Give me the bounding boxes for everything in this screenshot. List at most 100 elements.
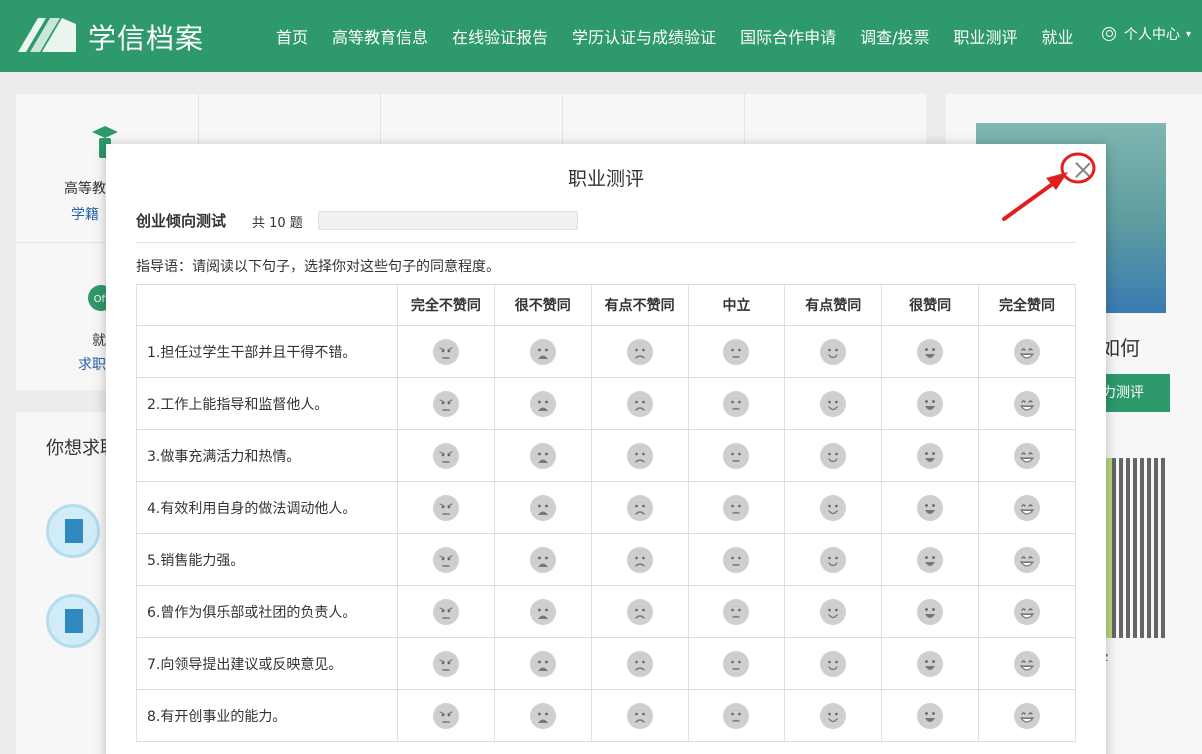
instruction-text: 指导语：请阅读以下句子，选择你对这些句子的同意程度。 [136, 259, 500, 275]
grin-face-icon[interactable] [1014, 494, 1041, 521]
angry-face-icon[interactable] [432, 494, 459, 521]
tile-link[interactable]: 求职 [78, 354, 106, 374]
answer-cell [397, 585, 495, 638]
smile-face-icon[interactable] [820, 390, 847, 417]
nav-higher-education[interactable]: 高等教育信息 [320, 24, 440, 48]
happy-face-icon[interactable] [917, 702, 944, 729]
answer-cell [493, 689, 592, 742]
sad-face-icon[interactable] [529, 338, 556, 365]
sad-face-icon[interactable] [529, 598, 556, 625]
angry-face-icon[interactable] [432, 546, 459, 573]
question-column-header [136, 284, 398, 326]
neutral-face-icon[interactable] [723, 598, 750, 625]
answer-cell [881, 585, 980, 638]
answer-cell [978, 689, 1076, 742]
neutral-face-icon[interactable] [723, 338, 750, 365]
angry-face-icon[interactable] [432, 650, 459, 677]
happy-face-icon[interactable] [917, 650, 944, 677]
nav-career-assessment[interactable]: 职业测评 [941, 24, 1029, 48]
answer-cell [881, 377, 980, 430]
sad-face-icon[interactable] [529, 650, 556, 677]
grin-face-icon[interactable] [1014, 338, 1041, 365]
tile-link[interactable]: 学籍 [71, 204, 99, 224]
nav-employment[interactable]: 就业 [1030, 24, 1086, 48]
nav-online-verify[interactable]: 在线验证报告 [440, 24, 560, 48]
question-text: 5.销售能力强。 [136, 533, 398, 586]
smile-face-icon[interactable] [820, 702, 847, 729]
neutral-face-icon[interactable] [723, 650, 750, 677]
grin-face-icon[interactable] [1014, 390, 1041, 417]
tile-label: 高等教 [64, 181, 106, 197]
nav-home[interactable]: 首页 [264, 24, 320, 48]
smile-face-icon[interactable] [820, 650, 847, 677]
answer-cell [397, 637, 495, 690]
happy-face-icon[interactable] [917, 546, 944, 573]
angry-face-icon[interactable] [432, 442, 459, 469]
answer-cell [978, 481, 1076, 534]
angry-face-icon[interactable] [432, 702, 459, 729]
happy-face-icon[interactable] [917, 494, 944, 521]
frown-face-icon[interactable] [626, 390, 653, 417]
table-row: 4.有效利用自身的做法调动他人。 [136, 481, 1076, 534]
answer-cell [397, 325, 495, 378]
frown-face-icon[interactable] [626, 598, 653, 625]
sad-face-icon[interactable] [529, 390, 556, 417]
happy-face-icon[interactable] [917, 338, 944, 365]
answer-cell [590, 533, 689, 586]
sad-face-icon[interactable] [529, 494, 556, 521]
answer-cell [493, 481, 592, 534]
close-button[interactable] [1070, 158, 1096, 184]
frown-face-icon[interactable] [626, 442, 653, 469]
option-header: 中立 [687, 284, 786, 326]
option-header: 很不赞同 [493, 284, 592, 326]
logo-icon[interactable] [16, 14, 78, 54]
question-text: 4.有效利用自身的做法调动他人。 [136, 481, 398, 534]
happy-face-icon[interactable] [917, 390, 944, 417]
nav-international[interactable]: 国际合作申请 [728, 24, 848, 48]
grin-face-icon[interactable] [1014, 702, 1041, 729]
frown-face-icon[interactable] [626, 702, 653, 729]
grin-face-icon[interactable] [1014, 442, 1041, 469]
answer-cell [687, 585, 786, 638]
happy-face-icon[interactable] [917, 442, 944, 469]
smile-face-icon[interactable] [820, 494, 847, 521]
neutral-face-icon[interactable] [723, 494, 750, 521]
sad-face-icon[interactable] [529, 546, 556, 573]
sad-face-icon[interactable] [529, 442, 556, 469]
answer-cell [687, 429, 786, 482]
answer-cell [784, 481, 883, 534]
nav-survey[interactable]: 调查/投票 [848, 24, 941, 48]
grin-face-icon[interactable] [1014, 650, 1041, 677]
table-row: 6.曾作为俱乐部或社团的负责人。 [136, 585, 1076, 638]
main-nav: 首页 高等教育信息 在线验证报告 学历认证与成绩验证 国际合作申请 调查/投票 … [264, 0, 1086, 72]
sad-face-icon[interactable] [529, 702, 556, 729]
neutral-face-icon[interactable] [723, 702, 750, 729]
answer-cell [784, 533, 883, 586]
logo-text[interactable]: 学信档案 [88, 17, 204, 57]
answer-cell [687, 325, 786, 378]
frown-face-icon[interactable] [626, 650, 653, 677]
user-center-menu[interactable]: 个人中心 ▾ [1102, 24, 1191, 44]
nav-degree-certification[interactable]: 学历认证与成绩验证 [560, 24, 728, 48]
grin-face-icon[interactable] [1014, 598, 1041, 625]
frown-face-icon[interactable] [626, 546, 653, 573]
answer-cell [687, 533, 786, 586]
neutral-face-icon[interactable] [723, 546, 750, 573]
frown-face-icon[interactable] [626, 338, 653, 365]
question-text: 1.担任过学生干部并且干得不错。 [136, 325, 398, 378]
answer-cell [397, 429, 495, 482]
neutral-face-icon[interactable] [723, 390, 750, 417]
smile-face-icon[interactable] [820, 338, 847, 365]
smile-face-icon[interactable] [820, 546, 847, 573]
frown-face-icon[interactable] [626, 494, 653, 521]
grin-face-icon[interactable] [1014, 546, 1041, 573]
neutral-face-icon[interactable] [723, 442, 750, 469]
angry-face-icon[interactable] [432, 390, 459, 417]
smile-face-icon[interactable] [820, 442, 847, 469]
angry-face-icon[interactable] [432, 338, 459, 365]
angry-face-icon[interactable] [432, 598, 459, 625]
answer-cell [590, 429, 689, 482]
happy-face-icon[interactable] [917, 598, 944, 625]
answer-cell [784, 377, 883, 430]
smile-face-icon[interactable] [820, 598, 847, 625]
